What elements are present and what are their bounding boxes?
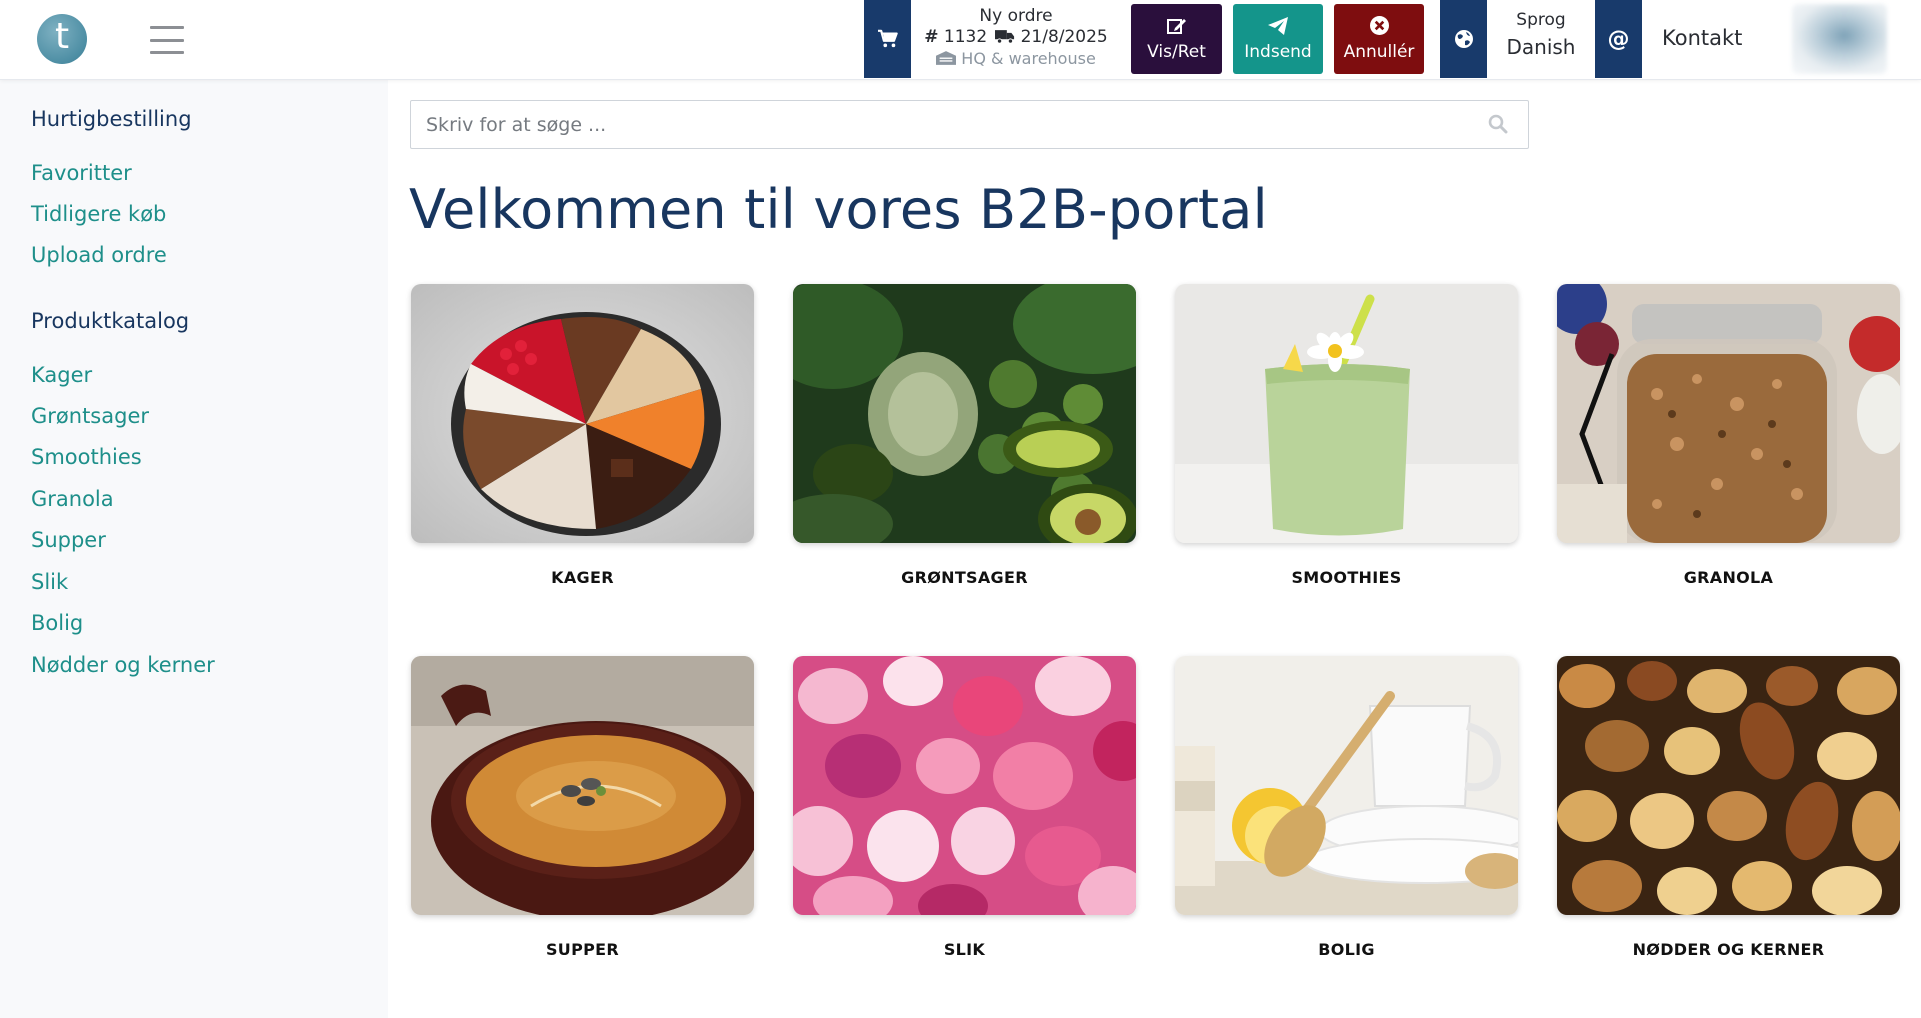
- category-label: BOLIG: [1318, 940, 1375, 959]
- page-title: Velkommen til vores B2B-portal: [409, 178, 1268, 241]
- category-card-kager[interactable]: KAGER: [411, 284, 754, 587]
- category-card-slik[interactable]: SLIK: [793, 656, 1136, 959]
- sidebar-link-favorites[interactable]: Favoritter: [31, 161, 132, 185]
- category-label: KAGER: [551, 568, 614, 587]
- category-card-nuts[interactable]: NØDDER OG KERNER: [1557, 656, 1900, 959]
- edit-icon: [1166, 17, 1187, 39]
- paper-plane-icon: [1268, 16, 1288, 39]
- contact-link[interactable]: Kontakt: [1662, 26, 1742, 50]
- granola-jar-image: [1557, 284, 1900, 543]
- user-avatar[interactable]: [1792, 4, 1887, 74]
- cart-button[interactable]: [864, 0, 911, 78]
- truck-icon: [995, 30, 1015, 44]
- language-selector[interactable]: Sprog Danish: [1487, 10, 1595, 59]
- sidebar-link-previous-purchases[interactable]: Tidligere køb: [31, 202, 166, 226]
- sidebar: Hurtigbestilling Favoritter Tidligere kø…: [0, 80, 388, 1018]
- view-edit-label: Vis/Ret: [1147, 41, 1206, 62]
- sidebar-link-supper[interactable]: Supper: [31, 528, 106, 552]
- cake-slices-image: [411, 284, 754, 543]
- language-value: Danish: [1506, 35, 1576, 59]
- sidebar-link-slik[interactable]: Slik: [31, 570, 68, 594]
- order-title: Ny ordre: [979, 6, 1053, 26]
- category-label: GRØNTSAGER: [901, 568, 1028, 587]
- cancel-order-button[interactable]: Annullér: [1334, 4, 1424, 74]
- category-card-bolig[interactable]: BOLIG: [1175, 656, 1518, 959]
- current-order-info: Ny ordre # 1132 21/8/2025 HQ & warehouse: [916, 6, 1116, 69]
- brand-logo[interactable]: t: [37, 14, 87, 64]
- logo-letter: t: [54, 16, 70, 57]
- category-label: SLIK: [943, 940, 986, 959]
- cancel-order-label: Annullér: [1343, 42, 1415, 62]
- cart-icon: [877, 29, 898, 48]
- sidebar-link-nuts[interactable]: Nødder og kerner: [31, 653, 215, 677]
- category-label: GRANOLA: [1683, 568, 1774, 587]
- language-button[interactable]: [1440, 0, 1487, 78]
- order-number: 1132: [943, 27, 988, 47]
- warehouse-icon: [936, 51, 957, 65]
- submit-order-button[interactable]: Indsend: [1233, 4, 1323, 74]
- sidebar-link-bolig[interactable]: Bolig: [31, 611, 83, 635]
- top-header: t Ny ordre # 1132 21/8/2025 HQ & warehou…: [0, 0, 1921, 80]
- search-box: [410, 100, 1529, 149]
- soup-bowl-image: [411, 656, 754, 915]
- globe-icon: [1454, 30, 1473, 48]
- sidebar-link-granola[interactable]: Granola: [31, 487, 114, 511]
- at-sign-icon: @: [1607, 26, 1630, 52]
- category-card-smoothies[interactable]: SMOOTHIES: [1175, 284, 1518, 587]
- submit-order-label: Indsend: [1244, 41, 1312, 62]
- sidebar-link-smoothies[interactable]: Smoothies: [31, 445, 142, 469]
- close-circle-icon: [1369, 16, 1389, 39]
- home-cleaning-image: [1175, 656, 1518, 915]
- category-card-grontsager[interactable]: GRØNTSAGER: [793, 284, 1136, 587]
- quick-order-heading[interactable]: Hurtigbestilling: [31, 107, 192, 131]
- smoothie-image: [1175, 284, 1518, 543]
- nuts-image: [1557, 656, 1900, 915]
- category-card-granola[interactable]: GRANOLA: [1557, 284, 1900, 587]
- sidebar-link-upload-order[interactable]: Upload ordre: [31, 243, 167, 267]
- category-label: SUPPER: [545, 940, 620, 959]
- vegetables-image: [793, 284, 1136, 543]
- menu-toggle-icon[interactable]: [150, 26, 184, 54]
- sidebar-link-grontsager[interactable]: Grøntsager: [31, 404, 149, 428]
- category-card-supper[interactable]: SUPPER: [411, 656, 754, 959]
- candy-image: [793, 656, 1136, 915]
- category-label: SMOOTHIES: [1291, 568, 1402, 587]
- sidebar-link-kager[interactable]: Kager: [31, 363, 92, 387]
- language-label: Sprog: [1516, 10, 1566, 30]
- catalog-heading[interactable]: Produktkatalog: [31, 309, 189, 333]
- search-icon[interactable]: [1488, 114, 1508, 134]
- search-input[interactable]: [426, 101, 1476, 148]
- category-label: NØDDER OG KERNER: [1632, 940, 1825, 959]
- warehouse-name: HQ & warehouse: [961, 49, 1096, 68]
- order-number-symbol: #: [924, 27, 939, 47]
- delivery-date: 21/8/2025: [1020, 27, 1108, 47]
- contact-icon-button[interactable]: @: [1595, 0, 1642, 78]
- view-edit-button[interactable]: Vis/Ret: [1131, 4, 1222, 74]
